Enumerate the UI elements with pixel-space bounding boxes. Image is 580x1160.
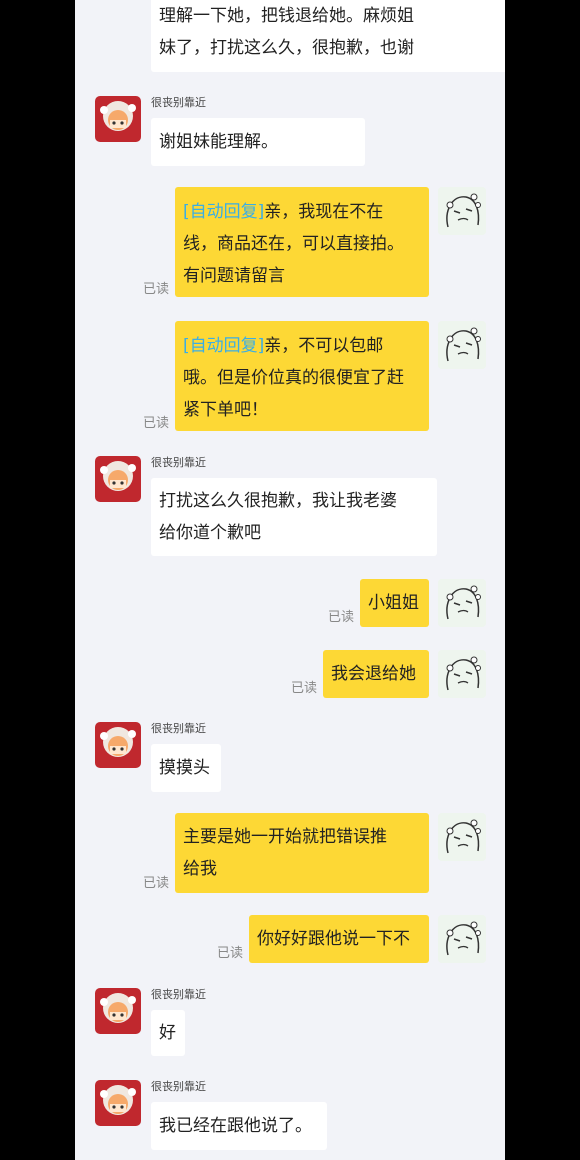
message-line: 我已经在跟他说了。 <box>159 1116 312 1136</box>
message-line: 亲，我现在不在 <box>264 202 384 222</box>
read-status: 已读 <box>291 681 318 696</box>
message-line: 线，商品还在，可以直接拍。 <box>183 234 404 254</box>
incoming-message-bubble[interactable]: 谢姐妹能理解。 <box>151 118 365 166</box>
message-line: 摸摸头 <box>159 758 210 778</box>
my-avatar[interactable] <box>438 187 486 235</box>
message-line: 我会退给她 <box>331 664 416 684</box>
sender-name: 很丧别靠近 <box>151 722 206 735</box>
read-status: 已读 <box>328 610 355 625</box>
sender-avatar[interactable] <box>95 96 141 142</box>
sender-name: 很丧别靠近 <box>151 988 206 1001</box>
message-line: 谢姐妹能理解。 <box>159 132 278 152</box>
sender-avatar[interactable] <box>95 722 141 768</box>
message-line: 妹了，打扰这么久，很抱歉，也谢 <box>159 38 414 58</box>
cartoon-face-icon <box>438 915 486 963</box>
avatar-icon <box>95 1080 141 1126</box>
sender-avatar[interactable] <box>95 456 141 502</box>
cartoon-face-icon <box>438 813 486 861</box>
read-status: 已读 <box>143 282 170 297</box>
avatar-icon <box>95 456 141 502</box>
cartoon-face-icon <box>438 579 486 627</box>
message-line: 好 <box>159 1023 176 1043</box>
sender-name: 很丧别靠近 <box>151 1080 206 1093</box>
outgoing-message-bubble[interactable]: 我会退给她 <box>323 650 429 698</box>
my-avatar[interactable] <box>438 579 486 627</box>
sender-avatar[interactable] <box>95 1080 141 1126</box>
avatar-icon <box>95 96 141 142</box>
message-line: 哦。但是价位真的很便宜了赶 <box>183 368 404 388</box>
auto-reply-tag: [自动回复] <box>183 202 265 222</box>
message-line: 主要是她一开始就把错误推 <box>183 827 387 847</box>
avatar-icon <box>95 988 141 1034</box>
outgoing-message-bubble[interactable]: 主要是她一开始就把错误推 给我 <box>175 813 429 893</box>
outgoing-message-bubble[interactable]: 小姐姐 <box>360 579 429 627</box>
message-line: 亲，不可以包邮 <box>264 336 384 356</box>
outgoing-message-bubble[interactable]: [自动回复]亲，不可以包邮 哦。但是价位真的很便宜了赶 紧下单吧！ <box>175 321 429 431</box>
my-avatar[interactable] <box>438 915 486 963</box>
outgoing-message-bubble[interactable]: 你好好跟他说一下不 <box>249 915 429 963</box>
incoming-message-bubble[interactable]: 好 <box>151 1010 185 1056</box>
read-status: 已读 <box>217 946 244 961</box>
message-line: 有问题请留言 <box>183 266 285 286</box>
avatar-icon <box>95 722 141 768</box>
sender-name: 很丧别靠近 <box>151 456 206 469</box>
message-line: 你好好跟他说一下不 <box>257 929 410 949</box>
message-line: 给我 <box>183 859 217 879</box>
incoming-message-bubble[interactable]: 摸摸头 <box>151 744 221 792</box>
my-avatar[interactable] <box>438 650 486 698</box>
cartoon-face-icon <box>438 650 486 698</box>
auto-reply-tag: [自动回复] <box>183 336 265 356</box>
my-avatar[interactable] <box>438 813 486 861</box>
message-line: 小姐姐 <box>368 593 419 613</box>
sender-name: 很丧别靠近 <box>151 96 206 109</box>
cartoon-face-icon <box>438 187 486 235</box>
read-status: 已读 <box>143 876 170 891</box>
read-status: 已读 <box>143 416 170 431</box>
message-line: 理解一下她，把钱退给她。麻烦姐 <box>159 6 414 26</box>
my-avatar[interactable] <box>438 321 486 369</box>
message-line: 紧下单吧！ <box>183 400 268 420</box>
incoming-message-bubble[interactable]: 理解一下她，把钱退给她。麻烦姐 妹了，打扰这么久，很抱歉，也谢 <box>151 0 505 72</box>
incoming-message-bubble[interactable]: 打扰这么久很抱歉，我让我老婆 给你道个歉吧 <box>151 478 437 556</box>
cartoon-face-icon <box>438 321 486 369</box>
message-line: 给你道个歉吧 <box>159 523 261 543</box>
sender-avatar[interactable] <box>95 988 141 1034</box>
incoming-message-bubble[interactable]: 我已经在跟他说了。 <box>151 1102 327 1150</box>
chat-screen: 理解一下她，把钱退给她。麻烦姐 妹了，打扰这么久，很抱歉，也谢 很丧别靠近 谢姐… <box>75 0 505 1160</box>
outgoing-message-bubble[interactable]: [自动回复]亲，我现在不在 线，商品还在，可以直接拍。 有问题请留言 <box>175 187 429 297</box>
message-line: 打扰这么久很抱歉，我让我老婆 <box>159 491 397 511</box>
